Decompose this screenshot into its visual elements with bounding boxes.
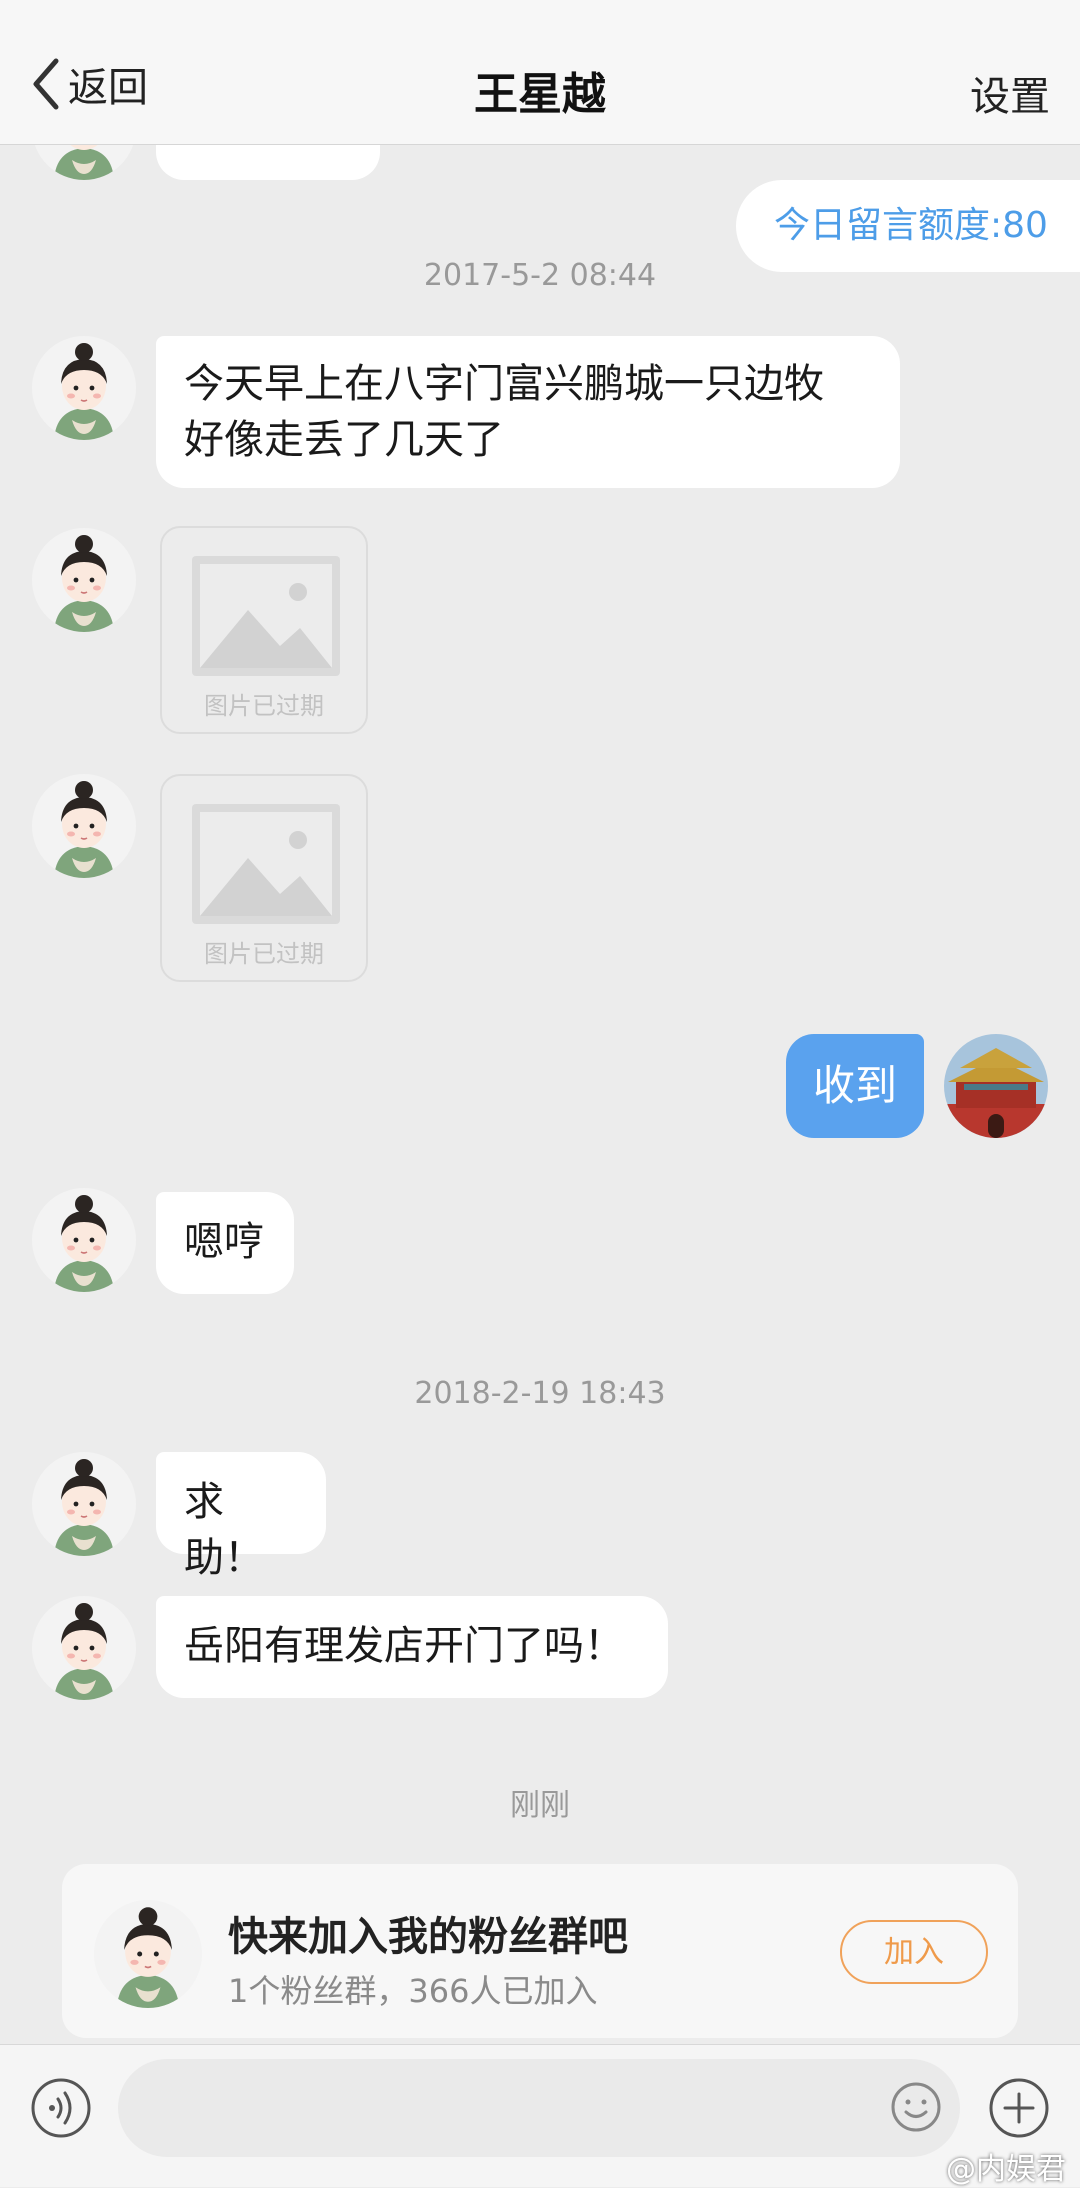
top-nav-bar: 返回 王星越 设置 <box>0 0 1080 145</box>
contact-avatar[interactable] <box>32 1596 136 1700</box>
image-placeholder-icon <box>192 556 340 676</box>
message-input[interactable] <box>118 2059 960 2157</box>
contact-avatar[interactable] <box>32 1452 136 1556</box>
image-placeholder-icon <box>192 804 340 924</box>
timestamp: 刚刚 <box>510 1788 570 1823</box>
watermark: @内娱君 <box>946 2152 1066 2187</box>
contact-avatar[interactable] <box>32 336 136 440</box>
expired-image-message[interactable]: 图片已过期 <box>160 774 368 982</box>
message-bubble[interactable]: 求助！ <box>156 1452 326 1581</box>
message-bubble[interactable]: 今天早上在八字门富兴鹏城一只边牧 好像走丢了几天了 <box>156 336 900 488</box>
fan-group-title: 快来加入我的粉丝群吧 <box>228 1914 628 1960</box>
emoji-icon[interactable] <box>890 2081 942 2133</box>
fan-group-subtitle: 1个粉丝群，366人已加入 <box>228 1972 598 2010</box>
expired-label: 图片已过期 <box>204 940 324 968</box>
contact-avatar[interactable] <box>32 528 136 632</box>
timestamp: 2018-2-19 18:43 <box>414 1376 666 1411</box>
page-title: 王星越 <box>474 69 606 120</box>
voice-icon[interactable] <box>30 2077 92 2139</box>
expired-label: 图片已过期 <box>204 692 324 720</box>
message-bubble[interactable]: 嗯哼 <box>156 1192 294 1294</box>
settings-button[interactable]: 设置 <box>970 64 1050 122</box>
expired-image-message[interactable]: 图片已过期 <box>160 526 368 734</box>
message-bubble[interactable]: 岳阳有理发店开门了吗！ <box>156 1596 668 1698</box>
contact-avatar[interactable] <box>32 774 136 878</box>
contact-avatar[interactable] <box>32 1188 136 1292</box>
join-button[interactable]: 加入 <box>840 1920 988 1984</box>
my-message-bubble[interactable]: 收到 <box>786 1034 924 1138</box>
message-input-bar <box>0 2044 1080 2187</box>
plus-icon[interactable] <box>988 2077 1050 2139</box>
fan-group-card[interactable]: 快来加入我的粉丝群吧 1个粉丝群，366人已加入 加入 <box>62 1864 1018 2038</box>
fan-group-avatar <box>94 1900 202 2008</box>
my-avatar[interactable] <box>944 1034 1048 1138</box>
timestamp: 2017-5-2 08:44 <box>423 258 657 293</box>
